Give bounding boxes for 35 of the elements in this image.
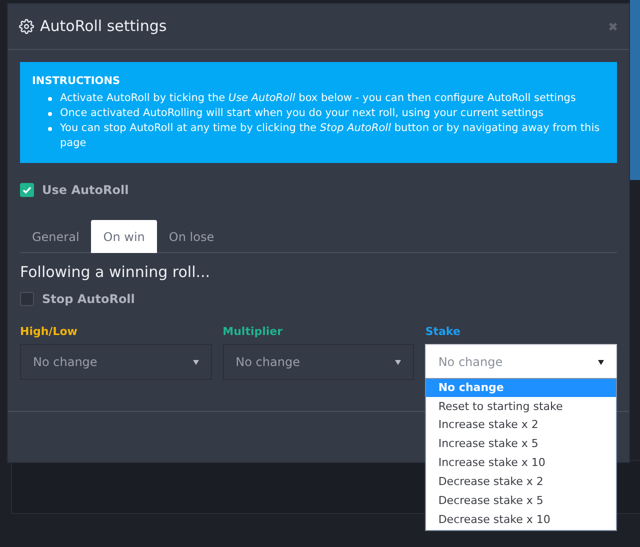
dropdown-option[interactable]: No change: [426, 378, 616, 398]
caret-icon: [192, 360, 199, 364]
bullet-icon: [48, 127, 52, 131]
instruction-text: Once activated AutoRolling will start when you do your next roll, using your current settings: [60, 106, 544, 121]
bullet-icon: [48, 112, 52, 116]
dropdown-option[interactable]: Increase stake x 5: [426, 435, 616, 454]
select-field[interactable]: No change: [222, 344, 414, 380]
checkmark-icon: [22, 185, 32, 195]
tab[interactable]: General: [20, 220, 92, 253]
tab[interactable]: On win: [91, 220, 157, 253]
dropdown-option[interactable]: Increase stake x 2: [426, 416, 616, 436]
field-label: High/Low: [20, 324, 78, 340]
tab[interactable]: On lose: [156, 220, 226, 253]
instruction-text: Activate AutoRoll by ticking the Use AutoRoll box below - you can then configure AutoRoll settings: [60, 91, 576, 106]
checkbox[interactable]: [20, 183, 34, 197]
section-heading: Following a winning roll...: [20, 262, 212, 283]
dropdown-option[interactable]: Decrease stake x 10: [426, 510, 616, 530]
stop-autoroll-checkbox[interactable]: Stop AutoRoll: [20, 290, 135, 308]
instruction-text: You can stop AutoRoll at any time by clicking the Stop AutoRoll button or by navigating away from this page: [60, 121, 601, 151]
bullet-icon: [48, 97, 52, 101]
select-field[interactable]: No change: [425, 344, 617, 380]
use-autoroll-checkbox[interactable]: Use AutoRoll: [20, 181, 129, 199]
instructions-heading: INSTRUCTIONS: [32, 74, 122, 89]
dropdown-option[interactable]: Decrease stake x 5: [426, 492, 616, 511]
dropdown-option[interactable]: Reset to starting stake: [426, 397, 616, 416]
caret-icon: [598, 360, 604, 364]
field-label: Stake: [425, 324, 462, 340]
modal-title: AutoRoll settings: [40, 16, 167, 38]
dropdown-option[interactable]: Decrease stake x 2: [426, 472, 616, 492]
dropdown-option[interactable]: Increase stake x 10: [426, 454, 616, 473]
caret-icon: [395, 360, 402, 364]
select-field[interactable]: No change: [20, 344, 212, 380]
checkbox[interactable]: [20, 292, 34, 306]
field-label: Multiplier: [222, 324, 284, 340]
settings-icon: [19, 19, 34, 34]
